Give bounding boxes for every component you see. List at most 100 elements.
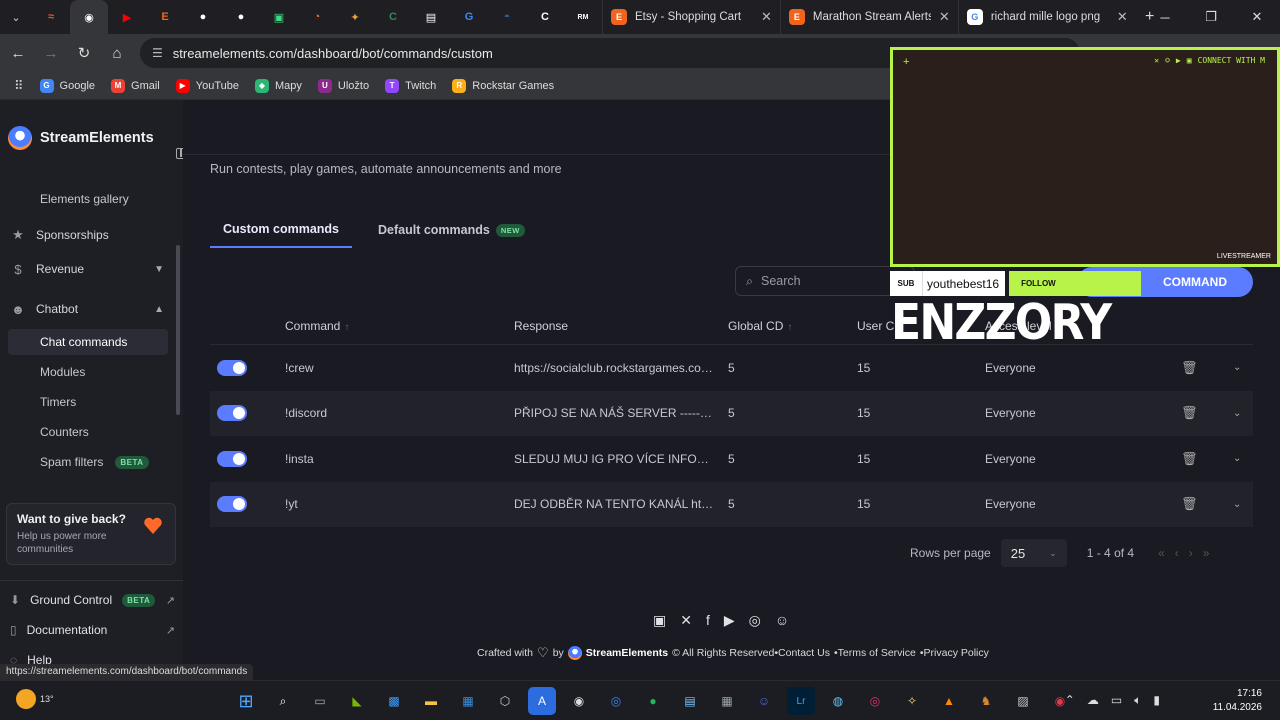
instagram-icon[interactable]: ◎ bbox=[861, 687, 889, 715]
delete-icon[interactable]: 🗑︎ bbox=[1181, 496, 1233, 512]
steam-icon[interactable]: ◍ bbox=[824, 687, 852, 715]
discord-icon[interactable]: ☺ bbox=[775, 612, 789, 629]
tab-custom-commands[interactable]: Custom commands bbox=[210, 222, 352, 248]
enabled-toggle[interactable] bbox=[217, 359, 247, 376]
reload-icon[interactable]: ↻ bbox=[69, 38, 99, 68]
sidebar-scrollbar[interactable] bbox=[176, 245, 180, 415]
bookmark-google[interactable]: G Google bbox=[34, 78, 101, 93]
tab-etsy-cart[interactable]: E Etsy - Shopping Cart ✕ bbox=[602, 0, 780, 34]
pinned-tab-9[interactable]: ✦ bbox=[336, 0, 374, 34]
sidebar-item-timers[interactable]: Timers bbox=[8, 389, 168, 415]
sidebar-item-revenue[interactable]: $ Revenue ▼ bbox=[10, 255, 170, 283]
bookmark-mapy[interactable]: ◆ Mapy bbox=[249, 78, 308, 93]
youtube-icon[interactable]: ▶ bbox=[724, 612, 735, 629]
enabled-toggle[interactable] bbox=[217, 496, 247, 513]
table-row[interactable]: !yt DEJ ODBĚR NA TENTO KANÁL http... 5 15 Ev… bbox=[210, 481, 1253, 527]
back-icon[interactable]: ← bbox=[3, 38, 33, 68]
spotify-icon[interactable]: ● bbox=[639, 687, 667, 715]
footer-terms-link[interactable]: •Terms of Service bbox=[834, 647, 916, 659]
ms-store-icon[interactable]: ▦ bbox=[454, 687, 482, 715]
sidebar-item-chatbot[interactable]: ☻ Chatbot ▲ bbox=[10, 295, 170, 323]
sidebar-link-documentation[interactable]: ▯ Documentation ↗ bbox=[10, 618, 175, 642]
forward-icon[interactable]: → bbox=[36, 38, 66, 68]
minimize-icon[interactable]: ─ bbox=[1142, 0, 1188, 34]
sidebar-link-ground-control[interactable]: ⬇ Ground Control BETA ↗ bbox=[10, 588, 175, 612]
tab-default-commands[interactable]: Default commands NEW bbox=[378, 222, 525, 248]
task-view-icon[interactable]: ▭ bbox=[306, 687, 334, 715]
notepad-icon[interactable]: ▤ bbox=[676, 687, 704, 715]
game-icon[interactable]: ♞ bbox=[972, 687, 1000, 715]
twitch-icon[interactable]: ▣ bbox=[653, 612, 666, 629]
chrome-icon[interactable]: ◎ bbox=[602, 687, 630, 715]
sidebar-item-modules[interactable]: Modules bbox=[8, 359, 168, 385]
close-tab-icon[interactable]: ✕ bbox=[761, 9, 772, 25]
x-twitter-icon[interactable]: ✕ bbox=[680, 612, 692, 629]
table-row[interactable]: !insta SLEDUJ MUJ IG PRO VÍCE INFORMÁ... 5… bbox=[210, 436, 1253, 482]
delete-icon[interactable]: 🗑︎ bbox=[1181, 451, 1233, 467]
taskbar-clock[interactable]: 17:16 11.04.2026 bbox=[1213, 687, 1262, 715]
search-icon[interactable]: ⌕ bbox=[269, 687, 297, 715]
site-info-icon[interactable]: ☰ bbox=[152, 46, 163, 60]
header-command[interactable]: Command ↑ bbox=[285, 319, 514, 333]
facebook-icon[interactable]: f bbox=[706, 612, 710, 629]
onedrive-icon[interactable]: ☁ bbox=[1087, 693, 1099, 708]
bookmark-uložto[interactable]: U Uložto bbox=[312, 78, 375, 93]
collapse-sidebar-icon[interactable] bbox=[176, 148, 183, 159]
sidebar-item-spam-filters[interactable]: Spam filters BETA bbox=[8, 449, 168, 475]
expand-chevron-icon[interactable]: ⌄ bbox=[1233, 408, 1253, 419]
pinned-tab-10[interactable]: C bbox=[374, 0, 412, 34]
calendar-icon[interactable]: ▦ bbox=[713, 687, 741, 715]
pinned-youtube-tab[interactable]: ▶ bbox=[108, 0, 146, 34]
pinned-tab-15[interactable]: RM bbox=[564, 0, 602, 34]
pinned-tab-5[interactable]: ● bbox=[184, 0, 222, 34]
maximize-icon[interactable]: ❐ bbox=[1188, 0, 1234, 34]
vlc-icon[interactable]: ▲ bbox=[935, 687, 963, 715]
pinned-tab-14[interactable]: C bbox=[526, 0, 564, 34]
weather-widget[interactable]: 13° bbox=[16, 689, 54, 709]
give-back-card[interactable]: Want to give back? Help us power more co… bbox=[6, 503, 176, 565]
pinned-etsy-tab[interactable]: E bbox=[146, 0, 184, 34]
instagram-icon[interactable]: ◎ bbox=[749, 612, 761, 629]
pinned-tab-6[interactable]: ● bbox=[222, 0, 260, 34]
bookmark-gmail[interactable]: M Gmail bbox=[105, 78, 166, 93]
expand-chevron-icon[interactable]: ⌄ bbox=[1233, 362, 1253, 373]
pagination-arrows[interactable]: «‹›» bbox=[1158, 546, 1219, 560]
close-tab-icon[interactable]: ✕ bbox=[939, 9, 950, 25]
pinned-streamelements-tab[interactable]: ◉ bbox=[70, 0, 108, 34]
windows-start-icon[interactable]: ⊞ bbox=[232, 687, 260, 715]
pinned-google-tab[interactable]: G bbox=[450, 0, 488, 34]
home-icon[interactable]: ⌂ bbox=[102, 38, 132, 68]
pinned-tab-13[interactable]: ◓ bbox=[488, 0, 526, 34]
pinned-tab-7[interactable]: ▣ bbox=[260, 0, 298, 34]
capcut-icon[interactable]: ✧ bbox=[898, 687, 926, 715]
bookmark-youtube[interactable]: ▶ YouTube bbox=[170, 78, 245, 93]
tab-richard-mille[interactable]: G richard mille logo png ✕ bbox=[957, 0, 1136, 34]
battery-icon[interactable]: ▮ bbox=[1153, 693, 1160, 708]
streamelements-logo[interactable]: StreamElements bbox=[8, 126, 154, 150]
apps-grid-icon[interactable]: ⠿ bbox=[8, 78, 30, 94]
footer-privacy-link[interactable]: •Privacy Policy bbox=[920, 647, 989, 659]
sidebar-item-elements-gallery[interactable]: Elements gallery bbox=[8, 186, 168, 212]
close-tab-icon[interactable]: ✕ bbox=[1117, 9, 1128, 25]
lightroom-icon[interactable]: Lr bbox=[787, 687, 815, 715]
epic-games-icon[interactable]: ⬡ bbox=[491, 687, 519, 715]
header-global-cd[interactable]: Global CD ↑ bbox=[728, 319, 857, 333]
close-window-icon[interactable]: ✕ bbox=[1234, 0, 1280, 34]
discord-icon[interactable]: ☺ bbox=[750, 687, 778, 715]
search-input[interactable]: ⌕ Search bbox=[735, 266, 915, 296]
tray-overflow-icon[interactable]: ⌃ bbox=[1065, 693, 1075, 708]
bookmark-rockstar-games[interactable]: R Rockstar Games bbox=[446, 78, 560, 93]
enabled-toggle[interactable] bbox=[217, 450, 247, 467]
sidebar-item-chat-commands[interactable]: Chat commands bbox=[8, 329, 168, 355]
sidebar-item-sponsorships[interactable]: ★ Sponsorships bbox=[10, 221, 170, 249]
bookmark-twitch[interactable]: T Twitch bbox=[379, 78, 442, 93]
rows-per-page-select[interactable]: 25 ⌄ bbox=[1000, 539, 1067, 567]
obs-icon[interactable]: ◉ bbox=[565, 687, 593, 715]
footer-rights-contact[interactable]: © All Rights Reserved•Contact Us bbox=[672, 647, 830, 659]
table-row[interactable]: !crew https://socialclub.rockstargames.co… bbox=[210, 345, 1253, 391]
delete-icon[interactable]: 🗑︎ bbox=[1181, 405, 1233, 421]
tab-marathon-alerts[interactable]: E Marathon Stream Alerts ✕ bbox=[779, 0, 958, 34]
delete-icon[interactable]: 🗑︎ bbox=[1181, 360, 1233, 376]
expand-chevron-icon[interactable]: ⌄ bbox=[1233, 453, 1253, 464]
expand-chevron-icon[interactable]: ⌄ bbox=[1233, 499, 1253, 510]
